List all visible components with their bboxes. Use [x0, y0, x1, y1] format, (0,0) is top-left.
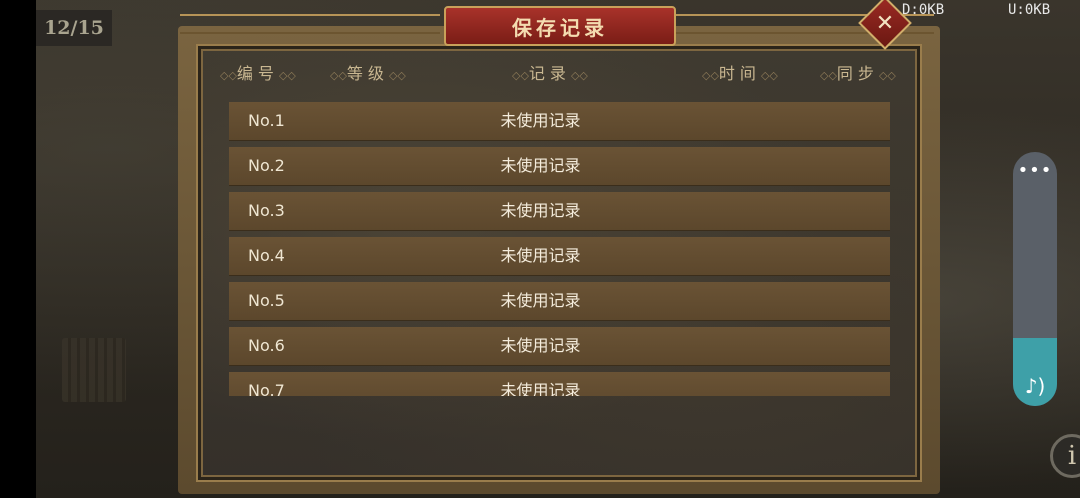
- record-status: 未使用记录: [500, 291, 581, 310]
- column-header-number: ◇◇编号◇◇: [220, 64, 296, 83]
- record-status: 未使用记录: [500, 201, 581, 220]
- column-header-level: ◇◇等级◇◇: [330, 64, 406, 83]
- upload-status: U:0KB: [1008, 2, 1051, 18]
- record-row[interactable]: No.5 未使用记录: [229, 282, 890, 321]
- record-status: 未使用记录: [500, 336, 581, 355]
- record-status: 未使用记录: [500, 111, 581, 130]
- record-row[interactable]: No.3 未使用记录: [229, 192, 890, 231]
- music-note-icon[interactable]: ♪): [1013, 374, 1057, 398]
- record-row[interactable]: No.7 未使用记录: [229, 372, 890, 396]
- title-ornament-left: [180, 14, 440, 34]
- minimap[interactable]: [62, 338, 126, 402]
- screen-edge: [0, 0, 36, 498]
- close-x-icon[interactable]: ✕: [866, 4, 904, 42]
- record-row[interactable]: No.1 未使用记录: [229, 102, 890, 141]
- page-counter: 12/15: [36, 10, 112, 46]
- column-header-sync: ◇◇同步◇◇: [820, 64, 896, 83]
- more-dots-icon[interactable]: •••: [1013, 160, 1057, 181]
- record-row[interactable]: No.4 未使用记录: [229, 237, 890, 276]
- column-header-time: ◇◇时间◇◇: [702, 64, 778, 83]
- column-header-record: ◇◇记录◇◇: [512, 64, 588, 83]
- record-status: 未使用记录: [500, 381, 581, 396]
- record-row[interactable]: No.2 未使用记录: [229, 147, 890, 186]
- records-list[interactable]: No.1 未使用记录 No.2 未使用记录 No.3 未使用记录 No.4 未使…: [229, 102, 890, 396]
- record-row[interactable]: No.6 未使用记录: [229, 327, 890, 366]
- record-status: 未使用记录: [500, 156, 581, 175]
- dialog-title: 保存记录: [444, 6, 676, 46]
- floating-tool-panel: ••• ♪): [1013, 152, 1057, 406]
- record-status: 未使用记录: [500, 246, 581, 265]
